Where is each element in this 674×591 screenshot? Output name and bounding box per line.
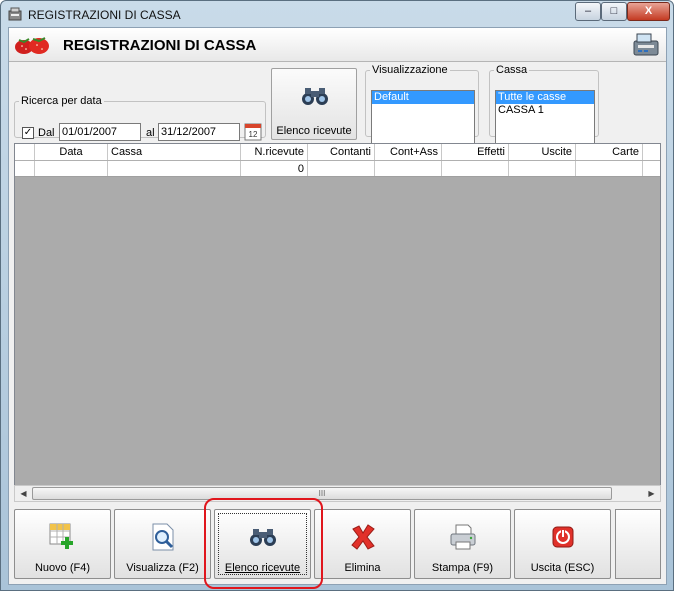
binoculars-icon	[302, 88, 328, 105]
table-cell	[509, 161, 576, 176]
row-selector-header	[15, 144, 35, 160]
minimize-button[interactable]: –	[575, 2, 601, 21]
stampa-label: Stampa (F9)	[431, 562, 494, 574]
date-search-legend: Ricerca per data	[21, 95, 102, 107]
horizontal-scrollbar[interactable]: ◀ III ▶	[14, 485, 661, 502]
visualizzazione-listbox[interactable]: Default	[371, 90, 475, 144]
date-search-group: Ricerca per data ✓ Dal al 12	[14, 95, 266, 141]
window-title: REGISTRAZIONI DI CASSA	[28, 8, 181, 22]
highlight-outline	[204, 498, 323, 589]
column-header-data[interactable]: Data	[35, 144, 108, 160]
header-banner: REGISTRAZIONI DI CASSA	[9, 28, 666, 62]
new-grid-plus-icon	[49, 523, 73, 549]
nuovo-button[interactable]: Nuovo (F4)	[14, 509, 111, 579]
visualizza-label: Visualizza (F2)	[126, 562, 199, 574]
scroll-right-arrow-icon[interactable]: ▶	[643, 486, 660, 501]
strawberries-logo	[15, 37, 49, 54]
from-date-input[interactable]	[59, 123, 141, 141]
date-filter-checkbox[interactable]: ✓	[22, 127, 34, 139]
cassa-item[interactable]: CASSA 1	[496, 104, 594, 117]
elenco-ricevute-label: Elenco ricevute	[276, 125, 352, 137]
scroll-left-arrow-icon[interactable]: ◀	[15, 486, 32, 501]
table-cell	[576, 161, 643, 176]
svg-text:12: 12	[249, 130, 258, 139]
page-title: REGISTRAZIONI DI CASSA	[63, 37, 257, 54]
cassa-listbox[interactable]: Tutte le casse CASSA 1	[495, 90, 595, 144]
table-cell	[108, 161, 241, 176]
cassa-group: Cassa Tutte le casse CASSA 1	[489, 64, 599, 144]
power-icon	[552, 526, 574, 548]
red-x-icon	[351, 524, 375, 550]
visualizza-button[interactable]: Visualizza (F2)	[114, 509, 211, 579]
table-cell	[15, 161, 35, 176]
elimina-button[interactable]: Elimina	[314, 509, 411, 579]
uscita-button[interactable]: Uscita (ESC)	[514, 509, 611, 579]
visualizzazione-item[interactable]: Default	[372, 91, 474, 104]
column-header-carte[interactable]: Carte	[576, 144, 643, 160]
uscita-label: Uscita (ESC)	[530, 562, 595, 574]
column-header-effetti[interactable]: Effetti	[442, 144, 509, 160]
table-cell	[35, 161, 108, 176]
client-area: REGISTRAZIONI DI CASSA Ricerca per data …	[8, 27, 667, 585]
to-date-input[interactable]	[158, 123, 240, 141]
visualizzazione-legend: Visualizzazione	[372, 64, 448, 76]
elimina-label: Elimina	[344, 562, 381, 574]
title-bar[interactable]: REGISTRAZIONI DI CASSA – □ X	[1, 1, 673, 27]
column-header-contanti[interactable]: Contanti	[308, 144, 375, 160]
from-label: Dal	[38, 127, 55, 139]
bottom-button-bar: Nuovo (F4) Visualizza (F2) Elenco ricevu…	[12, 508, 663, 582]
column-header-n-ricevute[interactable]: N.ricevute	[241, 144, 308, 160]
table-row[interactable]: 0	[15, 161, 660, 177]
nuovo-label: Nuovo (F4)	[34, 562, 91, 574]
column-header-cassa[interactable]: Cassa	[108, 144, 241, 160]
table-cell	[308, 161, 375, 176]
cash-register-icon	[633, 33, 659, 56]
printer-icon	[450, 524, 476, 550]
cash-register-icon	[8, 7, 22, 21]
table-cell	[375, 161, 442, 176]
maximize-button[interactable]: □	[601, 2, 627, 21]
calendar-icon[interactable]: 12	[244, 122, 262, 141]
column-header-uscite[interactable]: Uscite	[509, 144, 576, 160]
table-cell: 0	[241, 161, 308, 176]
grid-header: Data Cassa N.ricevute Contanti Cont+Ass …	[15, 144, 660, 161]
cassa-legend: Cassa	[496, 64, 528, 76]
cassa-item[interactable]: Tutte le casse	[496, 91, 594, 104]
empty-button-slot	[615, 509, 661, 579]
scrollbar-thumb[interactable]: III	[32, 487, 612, 500]
to-label: al	[146, 127, 155, 139]
close-button[interactable]: X	[627, 2, 670, 21]
table-cell	[442, 161, 509, 176]
elenco-ricevute-toolbar-button[interactable]: Elenco ricevute	[271, 68, 357, 140]
main-window: REGISTRAZIONI DI CASSA – □ X REGISTRAZIO…	[0, 0, 674, 591]
magnifier-document-icon	[152, 523, 174, 551]
stampa-button[interactable]: Stampa (F9)	[414, 509, 511, 579]
visualizzazione-group: Visualizzazione Default	[365, 64, 479, 144]
registrations-grid[interactable]: Data Cassa N.ricevute Contanti Cont+Ass …	[14, 143, 661, 502]
column-header-cont-ass[interactable]: Cont+Ass	[375, 144, 442, 160]
